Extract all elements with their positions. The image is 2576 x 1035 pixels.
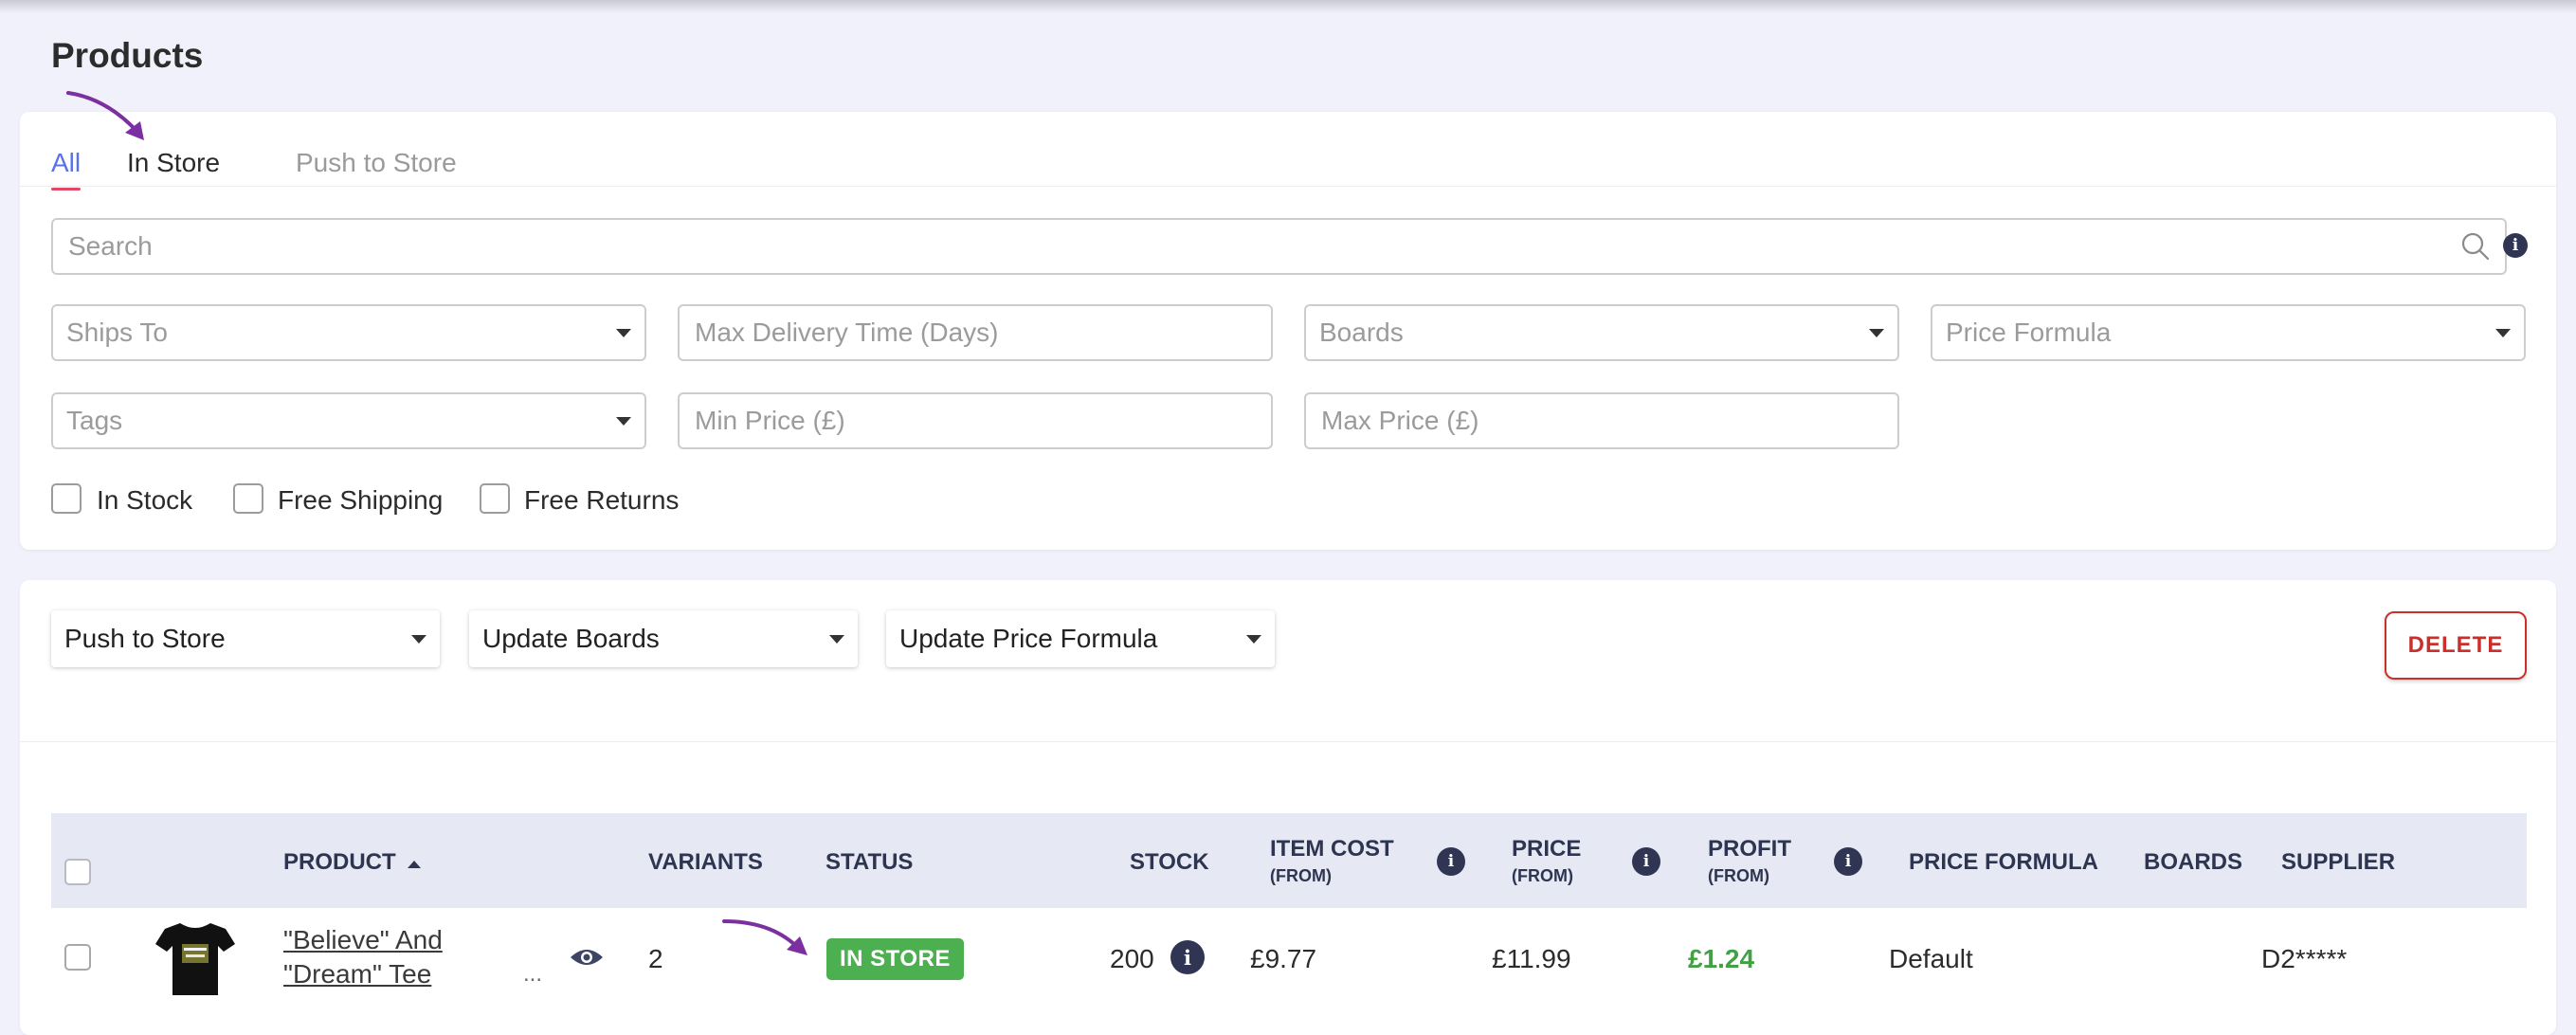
price-value: £11.99: [1492, 944, 1571, 973]
chevron-down-icon: [2495, 328, 2511, 337]
item-cost-header-label: ITEM COST: [1270, 836, 1394, 862]
push-to-store-value: Push to Store: [64, 624, 226, 653]
chevron-down-icon: [1246, 634, 1261, 644]
chevron-down-icon: [616, 328, 631, 337]
chevron-down-icon: [829, 634, 844, 644]
top-shadow: [0, 0, 2576, 13]
chevron-down-icon: [1869, 328, 1884, 337]
ships-to-select[interactable]: Ships To: [51, 304, 646, 361]
product-name-line-1[interactable]: "Believe" And: [283, 923, 443, 957]
profit-info-icon[interactable]: i: [1834, 847, 1862, 876]
tags-select[interactable]: Tags: [51, 392, 646, 449]
update-boards-select[interactable]: Update Boards: [469, 610, 858, 667]
product-thumbnail[interactable]: [154, 919, 237, 997]
stock-info-icon[interactable]: i: [1170, 940, 1205, 974]
row-checkbox[interactable]: [64, 944, 91, 971]
product-more-ellipsis[interactable]: ...: [523, 961, 542, 988]
price-header-sub: (FROM): [1512, 866, 1573, 885]
tab-all[interactable]: All: [51, 148, 82, 191]
column-header-price-formula: PRICE FORMULA: [1909, 849, 2098, 875]
search-field[interactable]: [51, 218, 2507, 275]
price-formula-value: Price Formula: [1946, 318, 2112, 347]
delete-button[interactable]: DELETE: [2385, 611, 2527, 680]
price-header-label: PRICE: [1512, 836, 1582, 862]
update-price-formula-value: Update Price Formula: [899, 624, 1158, 653]
tab-push-to-store[interactable]: Push to Store: [296, 148, 457, 178]
column-header-stock: STOCK: [1130, 849, 1209, 875]
profit-header-sub: (FROM): [1708, 866, 1769, 885]
annotation-arrow-icon: [66, 91, 144, 140]
min-price-input[interactable]: [693, 405, 1258, 437]
tab-in-store[interactable]: In Store: [127, 148, 220, 178]
in-stock-checkbox[interactable]: [51, 483, 82, 514]
min-price-field[interactable]: [678, 392, 1273, 449]
tab-divider: [20, 186, 2556, 187]
column-header-variants: VARIANTS: [648, 849, 763, 875]
free-returns-checkbox[interactable]: [480, 483, 510, 514]
item-cost-info-icon[interactable]: i: [1437, 847, 1465, 876]
column-header-profit: PROFIT (FROM): [1708, 836, 1791, 886]
column-header-status: STATUS: [825, 849, 914, 875]
page-title: Products: [51, 36, 204, 75]
table-header: PRODUCT VARIANTS STATUS STOCK ITEM COST …: [51, 813, 2527, 908]
select-all-checkbox[interactable]: [64, 859, 91, 885]
update-price-formula-select[interactable]: Update Price Formula: [886, 610, 1275, 667]
tags-value: Tags: [66, 406, 123, 435]
item-cost-value: £9.77: [1250, 944, 1317, 973]
supplier-value: D2*****: [2261, 944, 2348, 973]
price-formula-value: Default: [1889, 944, 1973, 973]
product-header-label: PRODUCT: [283, 849, 396, 875]
card-divider: [20, 741, 2556, 742]
max-delivery-field[interactable]: [678, 304, 1273, 361]
variants-value: 2: [648, 944, 663, 973]
product-name-link[interactable]: "Believe" And "Dream" Tee: [283, 923, 443, 991]
price-formula-select[interactable]: Price Formula: [1931, 304, 2526, 361]
products-table-card: Push to Store Update Boards Update Price…: [20, 580, 2556, 1035]
free-returns-label: Free Returns: [524, 485, 680, 515]
profit-header-label: PROFIT: [1708, 836, 1791, 862]
profit-value: £1.24: [1688, 944, 1755, 973]
free-shipping-label: Free Shipping: [278, 485, 444, 515]
max-delivery-input[interactable]: [693, 317, 1258, 349]
search-info-icon[interactable]: i: [2503, 233, 2528, 258]
in-stock-label: In Stock: [97, 485, 193, 515]
boards-select[interactable]: Boards: [1304, 304, 1899, 361]
boards-value: Boards: [1319, 318, 1404, 347]
max-price-field[interactable]: [1304, 392, 1899, 449]
ships-to-value: Ships To: [66, 318, 168, 347]
search-input[interactable]: [66, 230, 2459, 263]
column-header-supplier: SUPPLIER: [2281, 849, 2396, 875]
sort-ascending-icon: [408, 860, 422, 868]
chevron-down-icon: [616, 416, 631, 426]
filter-card: All In Store Push to Store i Ships To Bo…: [20, 112, 2556, 550]
column-header-product[interactable]: PRODUCT: [283, 849, 422, 876]
status-badge: IN STORE: [826, 938, 964, 980]
chevron-down-icon: [411, 634, 426, 644]
column-header-item-cost: ITEM COST (FROM): [1270, 836, 1394, 886]
product-name-line-2[interactable]: "Dream" Tee: [283, 957, 443, 991]
max-price-input[interactable]: [1319, 405, 1884, 437]
item-cost-header-sub: (FROM): [1270, 866, 1332, 885]
column-header-price: PRICE (FROM): [1512, 836, 1581, 886]
column-header-boards: BOARDS: [2144, 849, 2243, 875]
eye-icon[interactable]: [570, 946, 604, 969]
search-icon[interactable]: [2459, 230, 2492, 263]
push-to-store-select[interactable]: Push to Store: [51, 610, 440, 667]
price-info-icon[interactable]: i: [1632, 847, 1660, 876]
free-shipping-checkbox[interactable]: [233, 483, 263, 514]
update-boards-value: Update Boards: [482, 624, 660, 653]
stock-value: 200: [1110, 944, 1154, 973]
annotation-arrow-icon: [722, 919, 807, 955]
